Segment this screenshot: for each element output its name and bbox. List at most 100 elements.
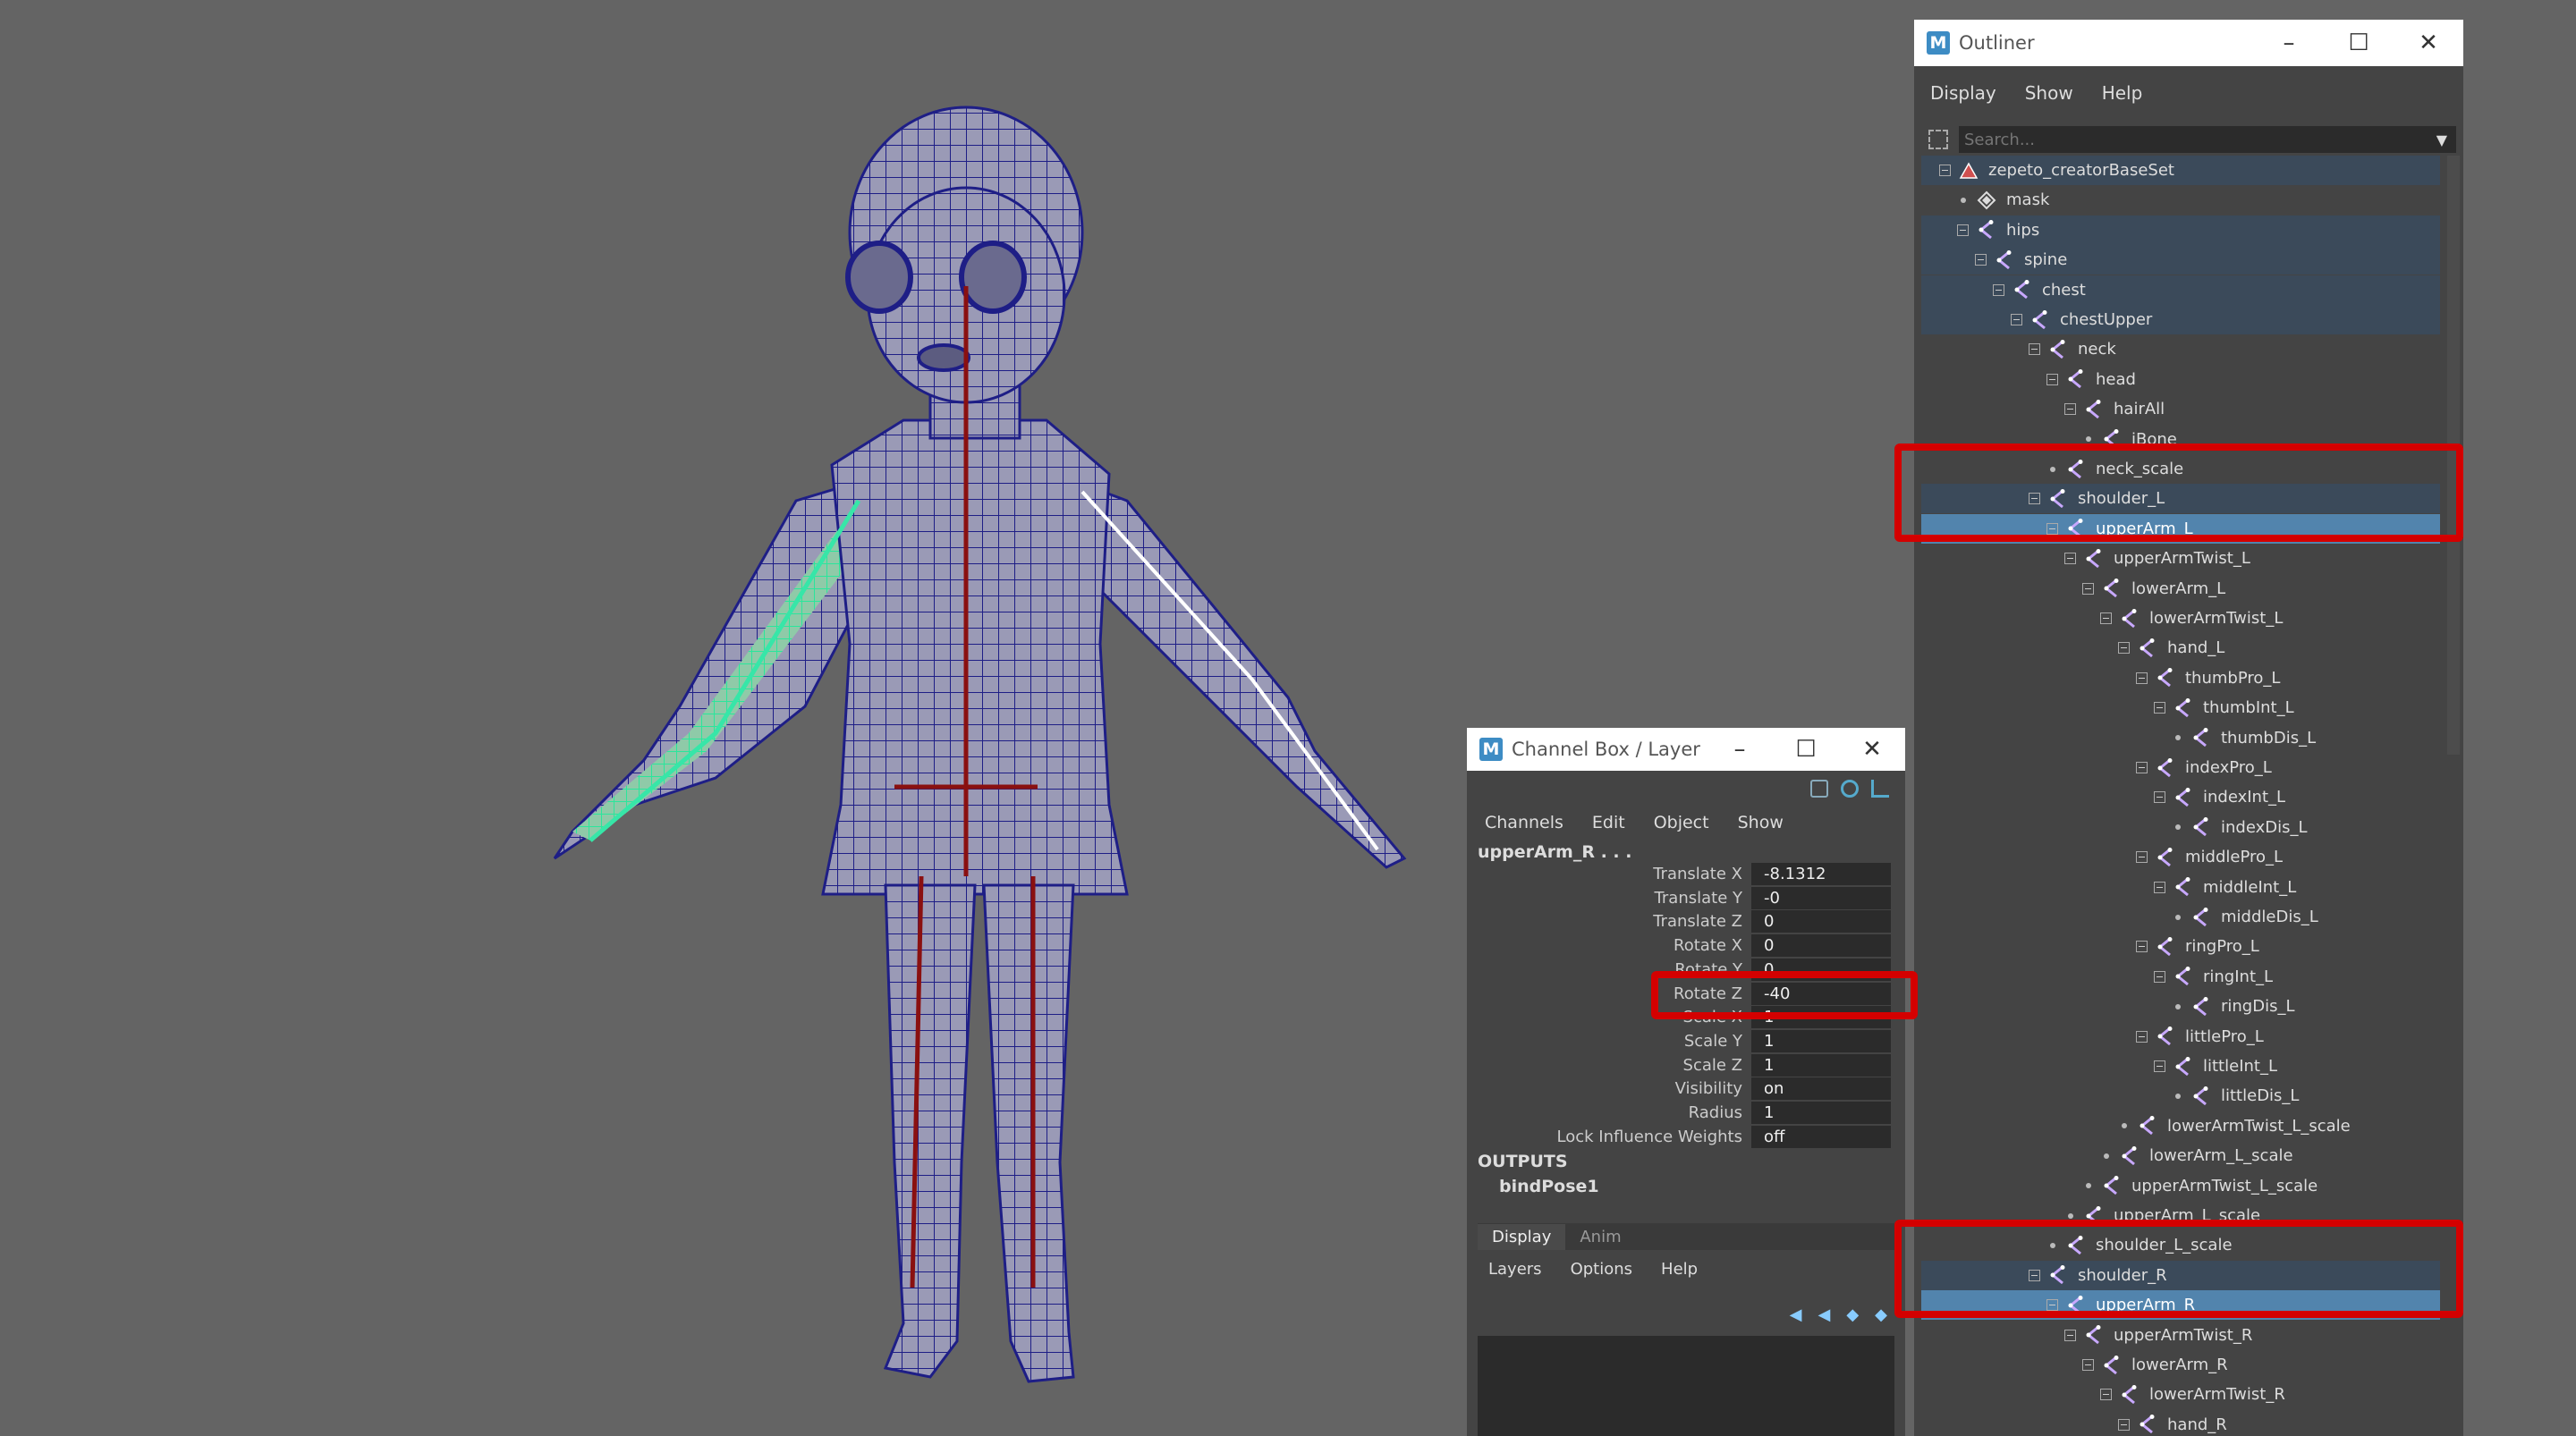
collapse-toggle-icon[interactable]: [2154, 1060, 2165, 1072]
outliner-item[interactable]: lowerArmTwist_R: [1921, 1380, 2440, 1409]
collapse-toggle-icon[interactable]: [2136, 851, 2148, 864]
outliner-item[interactable]: mask: [1921, 185, 2440, 215]
outliner-item[interactable]: middleDis_L: [1921, 902, 2440, 932]
channel-value-field[interactable]: -8.1312: [1751, 863, 1891, 885]
channel-row[interactable]: Rotate X0: [1467, 933, 1905, 958]
move-tool-icon[interactable]: [1810, 780, 1828, 798]
collapse-toggle-icon[interactable]: [1993, 283, 2004, 296]
outliner-item[interactable]: thumbInt_L: [1921, 693, 2440, 722]
channel-row[interactable]: Translate X -8.1312: [1467, 862, 1905, 886]
channel-row[interactable]: Radius 1: [1467, 1101, 1905, 1125]
outliner-item[interactable]: head: [1921, 365, 2440, 394]
outliner-item[interactable]: upperArmTwist_R: [1921, 1321, 2440, 1350]
outliner-item[interactable]: middlePro_L: [1921, 842, 2440, 872]
channel-value-field[interactable]: off: [1751, 1125, 1891, 1148]
collapse-toggle-icon[interactable]: [2064, 553, 2076, 565]
collapse-toggle-icon[interactable]: [2136, 762, 2148, 773]
search-input[interactable]: [1959, 126, 2436, 153]
close-icon[interactable]: ✕: [2394, 20, 2463, 66]
layer-move-up-icon[interactable]: ◀: [1790, 1305, 1802, 1324]
outliner-item[interactable]: chest: [1921, 275, 2440, 305]
channelbox-titlebar[interactable]: M Channel Box / Layer ... – ☐ ✕: [1467, 728, 1905, 771]
outliner-item[interactable]: indexDis_L: [1921, 813, 2440, 842]
outliner-item[interactable]: hairAll: [1921, 394, 2440, 424]
collapse-toggle-icon[interactable]: [1957, 224, 1969, 236]
menu-help[interactable]: Help: [1661, 1260, 1698, 1279]
tab-anim[interactable]: Anim: [1565, 1224, 1635, 1250]
outliner-item[interactable]: lowerArm_L_scale: [1921, 1141, 2440, 1170]
channel-label[interactable]: Translate Y: [1467, 889, 1751, 908]
menu-layers[interactable]: Layers: [1488, 1260, 1542, 1279]
collapse-toggle-icon[interactable]: [2154, 702, 2165, 714]
outliner-item[interactable]: upperArmTwist_L_scale: [1921, 1171, 2440, 1201]
character-model[interactable]: [0, 0, 1431, 1436]
collapse-toggle-icon[interactable]: [2046, 373, 2058, 385]
outliner-item[interactable]: littleDis_L: [1921, 1081, 2440, 1111]
channel-row[interactable]: Visibility on: [1467, 1077, 1905, 1101]
collapse-toggle-icon[interactable]: [2082, 1359, 2094, 1371]
channel-label[interactable]: Rotate X: [1467, 936, 1751, 955]
collapse-toggle-icon[interactable]: [2136, 1030, 2148, 1043]
channel-label[interactable]: Visibility: [1467, 1079, 1751, 1098]
outliner-item[interactable]: indexPro_L: [1921, 753, 2440, 782]
channel-label[interactable]: Radius: [1467, 1103, 1751, 1122]
menu-show[interactable]: Show: [1738, 813, 1784, 832]
collapse-toggle-icon[interactable]: [2154, 881, 2165, 893]
outliner-item[interactable]: lowerArmTwist_L_scale: [1921, 1111, 2440, 1141]
edit-icon[interactable]: [1871, 780, 1889, 798]
outputs-item[interactable]: bindPose1: [1499, 1177, 1599, 1196]
collapse-toggle-icon[interactable]: [2118, 642, 2130, 655]
channel-value-field[interactable]: 1: [1751, 1102, 1891, 1124]
maximize-icon[interactable]: ☐: [1773, 728, 1839, 771]
collapse-toggle-icon[interactable]: [2064, 1329, 2076, 1341]
new-layer-selected-icon[interactable]: ◆: [1875, 1305, 1887, 1324]
channel-value-field[interactable]: 0: [1751, 934, 1891, 958]
outliner-item[interactable]: hips: [1921, 215, 2440, 245]
menu-show[interactable]: Show: [2025, 82, 2073, 104]
channel-value-field[interactable]: -0: [1751, 886, 1891, 909]
channel-value-field[interactable]: 0: [1751, 910, 1891, 933]
outliner-item[interactable]: ringInt_L: [1921, 962, 2440, 992]
outliner-item[interactable]: zepeto_creatorBaseSet: [1921, 156, 2440, 185]
layer-list[interactable]: [1478, 1336, 1894, 1436]
collapse-toggle-icon[interactable]: [2118, 1418, 2130, 1431]
channel-row[interactable]: Translate Z0: [1467, 909, 1905, 933]
outliner-item[interactable]: hand_R: [1921, 1410, 2440, 1436]
menu-object[interactable]: Object: [1654, 813, 1709, 832]
outliner-item[interactable]: lowerArmTwist_L: [1921, 604, 2440, 633]
channel-label[interactable]: Lock Influence Weights: [1467, 1128, 1751, 1146]
channel-value-field[interactable]: on: [1751, 1077, 1891, 1101]
outliner-item[interactable]: hand_L: [1921, 633, 2440, 663]
channel-value-field[interactable]: 1: [1751, 1053, 1891, 1077]
collapse-toggle-icon[interactable]: [1939, 165, 1951, 176]
outliner-item[interactable]: spine: [1921, 245, 2440, 275]
channel-label[interactable]: Translate X: [1467, 865, 1751, 883]
channel-row[interactable]: Lock Influence Weights off: [1467, 1125, 1905, 1149]
layer-move-down-icon[interactable]: ◀: [1818, 1305, 1830, 1324]
channel-row[interactable]: Translate Y -0: [1467, 886, 1905, 910]
menu-display[interactable]: Display: [1930, 82, 1996, 104]
collapse-toggle-icon[interactable]: [2029, 343, 2040, 356]
outliner-item[interactable]: indexInt_L: [1921, 782, 2440, 812]
menu-help[interactable]: Help: [2102, 82, 2143, 104]
dropdown-arrow-icon[interactable]: ▼: [2436, 131, 2447, 148]
channel-value-field[interactable]: 1: [1751, 1029, 1891, 1052]
outliner-item[interactable]: ringPro_L: [1921, 932, 2440, 961]
outliner-item[interactable]: chestUpper: [1921, 305, 2440, 334]
filter-icon[interactable]: [1928, 130, 1948, 149]
menu-options[interactable]: Options: [1571, 1260, 1632, 1279]
search-field[interactable]: ▼: [1959, 126, 2456, 153]
channel-label[interactable]: Scale Z: [1467, 1056, 1751, 1075]
collapse-toggle-icon[interactable]: [2136, 941, 2148, 953]
collapse-toggle-icon[interactable]: [2100, 612, 2112, 624]
collapse-toggle-icon[interactable]: [2082, 582, 2094, 595]
new-layer-icon[interactable]: ◆: [1846, 1305, 1859, 1324]
collapse-toggle-icon[interactable]: [2136, 672, 2148, 684]
outliner-item[interactable]: lowerArm_L: [1921, 574, 2440, 604]
collapse-toggle-icon[interactable]: [2011, 314, 2022, 325]
outliner-item[interactable]: thumbPro_L: [1921, 663, 2440, 693]
outliner-item[interactable]: neck: [1921, 334, 2440, 364]
collapse-toggle-icon[interactable]: [2154, 791, 2165, 804]
outliner-item[interactable]: littleInt_L: [1921, 1052, 2440, 1081]
outliner-item[interactable]: lowerArm_R: [1921, 1350, 2440, 1380]
